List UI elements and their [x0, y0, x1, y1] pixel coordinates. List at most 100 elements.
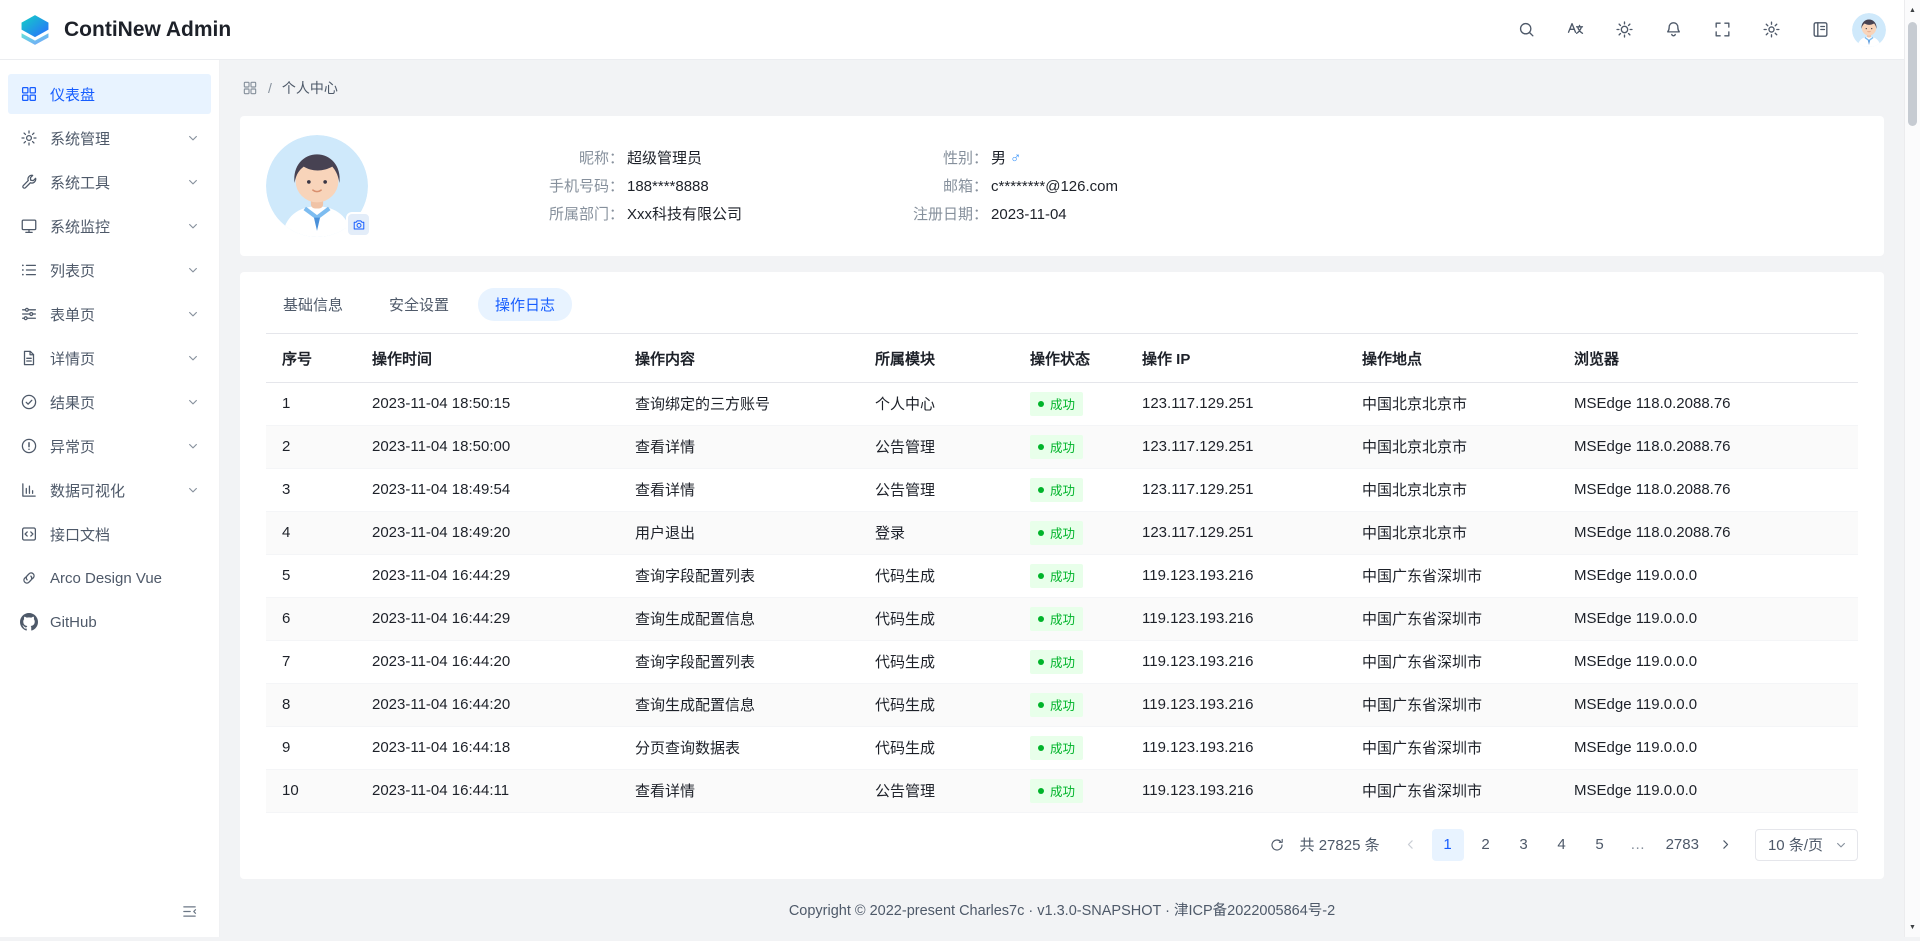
- sidebar-item-system-tools[interactable]: 系统工具: [8, 162, 211, 202]
- table-cell: 2023-11-04 18:49:54: [356, 468, 619, 511]
- apps-icon[interactable]: [242, 80, 258, 96]
- sidebar-item-api-docs[interactable]: 接口文档: [8, 514, 211, 554]
- table-cell: 中国北京北京市: [1346, 468, 1558, 511]
- sidebar-item-detail-pages[interactable]: 详情页: [8, 338, 211, 378]
- table-cell: 2023-11-04 16:44:29: [356, 554, 619, 597]
- table-cell: 2023-11-04 18:50:00: [356, 425, 619, 468]
- gear-icon: [1762, 20, 1781, 39]
- col-header-ip: 操作 IP: [1126, 336, 1346, 382]
- sidebar-item-arco-design-vue[interactable]: Arco Design Vue: [8, 558, 211, 598]
- table-row: 102023-11-04 16:44:11查看详情公告管理成功119.123.1…: [266, 769, 1858, 812]
- sidebar-item-label: 结果页: [50, 392, 187, 413]
- table-cell: 8: [266, 683, 356, 726]
- sidebar-item-system-management[interactable]: 系统管理: [8, 118, 211, 158]
- next-page-button[interactable]: [1711, 830, 1741, 860]
- page-button-2783[interactable]: 2783: [1660, 829, 1705, 861]
- notifications-button[interactable]: [1656, 13, 1690, 47]
- chevron-down-icon: [187, 440, 199, 452]
- pagination: 共 27825 条 12345…2783 10 条/页: [266, 829, 1858, 861]
- table-cell: 中国北京北京市: [1346, 382, 1558, 425]
- department-row: 所属部门： Xxx科技有限公司: [464, 204, 742, 225]
- translate-icon: [1566, 20, 1585, 39]
- tab-security-settings[interactable]: 安全设置: [372, 288, 466, 321]
- sidebar-item-dashboard[interactable]: 仪表盘: [8, 74, 211, 114]
- refresh-button[interactable]: [1262, 830, 1292, 860]
- phone-row: 手机号码： 188****8888: [464, 176, 742, 197]
- table-row: 62023-11-04 16:44:29查询生成配置信息代码生成成功119.12…: [266, 597, 1858, 640]
- settings-button[interactable]: [1754, 13, 1788, 47]
- chevron-right-icon: [1719, 838, 1732, 851]
- page-button-3[interactable]: 3: [1508, 829, 1540, 861]
- page-button-2[interactable]: 2: [1470, 829, 1502, 861]
- theme-button[interactable]: [1607, 13, 1641, 47]
- profile-avatar[interactable]: [266, 135, 368, 237]
- page-button-1[interactable]: 1: [1432, 829, 1464, 861]
- status-label: 成功: [1050, 738, 1075, 757]
- table-cell: 7: [266, 640, 356, 683]
- tab-basic-info[interactable]: 基础信息: [266, 288, 360, 321]
- table-cell: 119.123.193.216: [1126, 726, 1346, 769]
- field-value: 188****8888: [627, 176, 709, 197]
- status-dot-icon: [1038, 401, 1044, 407]
- gear-icon: [20, 129, 38, 147]
- status-badge: 成功: [1030, 650, 1083, 674]
- table-cell: 用户退出: [619, 511, 859, 554]
- translate-button[interactable]: [1558, 13, 1592, 47]
- table-cell: 中国广东省深圳市: [1346, 683, 1558, 726]
- sidebar-item-exception-pages[interactable]: 异常页: [8, 426, 211, 466]
- sidebar-item-data-visualization[interactable]: 数据可视化: [8, 470, 211, 510]
- field-label: 手机号码：: [464, 176, 624, 197]
- app-title: ContiNew Admin: [64, 18, 231, 42]
- page-scrollbar[interactable]: ▲ ▼: [1904, 0, 1920, 937]
- table-cell: 成功: [1014, 382, 1126, 425]
- prev-page-button[interactable]: [1396, 830, 1426, 860]
- sidebar-item-result-pages[interactable]: 结果页: [8, 382, 211, 422]
- status-dot-icon: [1038, 745, 1044, 751]
- sidebar-item-label: 列表页: [50, 260, 187, 281]
- table-row: 22023-11-04 18:50:00查看详情公告管理成功123.117.12…: [266, 425, 1858, 468]
- sidebar-item-label: 仪表盘: [50, 84, 199, 105]
- table-cell: 成功: [1014, 554, 1126, 597]
- handbook-button[interactable]: [1803, 13, 1837, 47]
- tab-operation-log[interactable]: 操作日志: [478, 288, 572, 321]
- pagination-ellipsis: …: [1622, 829, 1654, 861]
- status-dot-icon: [1038, 573, 1044, 579]
- page-button-4[interactable]: 4: [1546, 829, 1578, 861]
- operation-log-card: 基础信息 安全设置 操作日志 序号 操作时间 操作内容 所属模块 操作状态 操作…: [240, 272, 1884, 879]
- fullscreen-button[interactable]: [1705, 13, 1739, 47]
- table-cell: 查看详情: [619, 425, 859, 468]
- table-cell: MSEdge 119.0.0.0: [1558, 683, 1858, 726]
- scrollbar-thumb[interactable]: [1908, 22, 1917, 126]
- sidebar-item-form-pages[interactable]: 表单页: [8, 294, 211, 334]
- sidebar-item-system-monitor[interactable]: 系统监控: [8, 206, 211, 246]
- chevron-down-icon: [187, 220, 199, 232]
- scrollbar-down-arrow[interactable]: ▼: [1905, 919, 1920, 935]
- sidebar-item-list-pages[interactable]: 列表页: [8, 250, 211, 290]
- table-cell: 119.123.193.216: [1126, 683, 1346, 726]
- table-cell: 查看详情: [619, 468, 859, 511]
- table-cell: 3: [266, 468, 356, 511]
- scrollbar-up-arrow[interactable]: ▲: [1905, 2, 1920, 18]
- page-size-select[interactable]: 10 条/页: [1755, 829, 1858, 861]
- status-dot-icon: [1038, 530, 1044, 536]
- user-avatar[interactable]: [1852, 13, 1886, 47]
- search-button[interactable]: [1509, 13, 1543, 47]
- table-header-row: 序号 操作时间 操作内容 所属模块 操作状态 操作 IP 操作地点 浏览器: [266, 336, 1858, 382]
- field-value: c********@126.com: [991, 176, 1118, 197]
- breadcrumb: / 个人中心: [220, 60, 1904, 116]
- page-button-5[interactable]: 5: [1584, 829, 1616, 861]
- fullscreen-icon: [1713, 20, 1732, 39]
- sidebar-item-label: 表单页: [50, 304, 187, 325]
- dashboard-icon: [20, 85, 38, 103]
- main-content: / 个人中心 昵称： 超级管理员 手机号码： 188****8888 所属部门: [220, 0, 1904, 941]
- app-brand[interactable]: ContiNew Admin: [18, 13, 231, 47]
- breadcrumb-current: 个人中心: [282, 78, 338, 98]
- sidebar-item-github[interactable]: GitHub: [8, 602, 211, 642]
- handbook-icon: [1811, 20, 1830, 39]
- collapse-sidebar-button[interactable]: [175, 897, 203, 925]
- change-avatar-button[interactable]: [346, 212, 371, 237]
- field-value: 男: [991, 148, 1006, 169]
- table-cell: 9: [266, 726, 356, 769]
- table-cell: 2023-11-04 18:50:15: [356, 382, 619, 425]
- table-row: 92023-11-04 16:44:18分页查询数据表代码生成成功119.123…: [266, 726, 1858, 769]
